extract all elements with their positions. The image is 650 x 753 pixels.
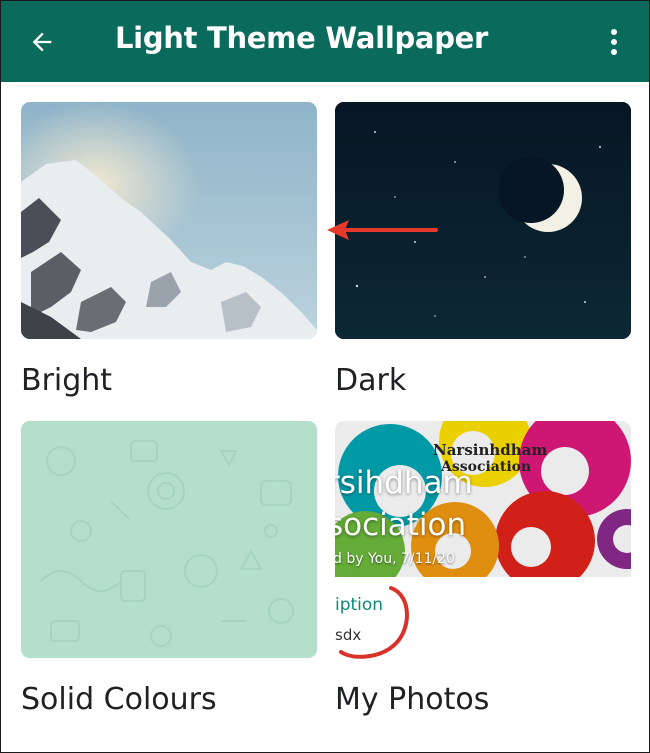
- option-label-dark: Dark: [335, 363, 407, 398]
- arrow-left-icon: [32, 32, 52, 52]
- photo-title-line-1: rsihdham: [335, 465, 473, 501]
- app-bar: Light Theme Wallpaper: [1, 1, 649, 82]
- mountain-snow-image: [21, 102, 317, 339]
- logo-line-1: Narsinhdham: [433, 441, 548, 459]
- option-label-bright: Bright: [21, 363, 113, 398]
- red-circle-annotation: [339, 586, 409, 659]
- page-title: Light Theme Wallpaper: [115, 21, 489, 55]
- option-label-solid-colours: Solid Colours: [21, 682, 217, 717]
- photo-byline: d by You, 7/11/20: [335, 551, 455, 567]
- bright-wallpaper-tile[interactable]: [21, 102, 317, 339]
- back-button[interactable]: [19, 19, 65, 65]
- more-vertical-icon: [611, 29, 617, 55]
- more-options-button[interactable]: [591, 19, 637, 65]
- solid-colours-tile[interactable]: [21, 421, 317, 658]
- screen: Light Theme Wallpaper Bright Dark Solid …: [0, 0, 650, 753]
- photo-title-line-2: sociation: [335, 507, 467, 543]
- doodle-pattern-image: [21, 421, 317, 658]
- option-label-my-photos: My Photos: [335, 682, 490, 717]
- red-arrow-annotation: [327, 220, 438, 240]
